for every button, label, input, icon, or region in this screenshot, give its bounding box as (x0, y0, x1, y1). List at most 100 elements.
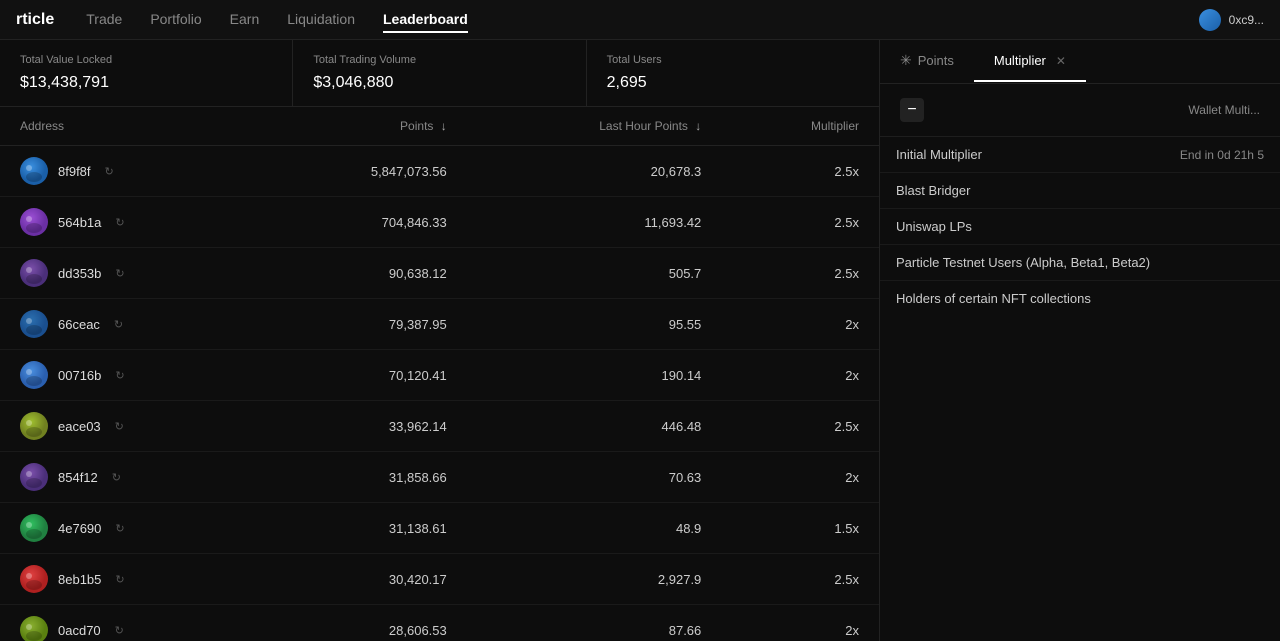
cell-points: 70,120.41 (259, 350, 467, 401)
col-multiplier: Multiplier (721, 107, 879, 146)
brand-logo: rticle (16, 11, 54, 29)
cell-address: eace03 ↻ (0, 401, 259, 452)
mult-cat-blast: Blast Bridger (880, 173, 1280, 209)
tab-multiplier-label: Multiplier (994, 53, 1046, 68)
stat-users-value: 2,695 (607, 74, 859, 92)
nav-portfolio[interactable]: Portfolio (150, 7, 201, 33)
cell-points: 28,606.53 (259, 605, 467, 641)
multiplier-minus-button[interactable]: − (900, 98, 924, 122)
table-row: 8f9f8f ↻ 5,847,073.56 20,678.3 2.5x (0, 146, 879, 197)
mult-cat-nft: Holders of certain NFT collections (880, 281, 1280, 316)
refresh-icon[interactable]: ↻ (115, 420, 124, 433)
user-badge[interactable]: 0xc9... (1199, 9, 1264, 31)
nav-leaderboard[interactable]: Leaderboard (383, 7, 468, 33)
address-text: 8f9f8f (58, 164, 91, 179)
avatar (20, 157, 48, 185)
refresh-icon[interactable]: ↻ (115, 267, 124, 280)
refresh-icon[interactable]: ↻ (112, 471, 121, 484)
cell-points: 704,846.33 (259, 197, 467, 248)
stat-users: Total Users 2,695 (587, 40, 879, 106)
cell-points: 30,420.17 (259, 554, 467, 605)
right-tabs: ✳ Points Multiplier ✕ (880, 40, 1280, 84)
cell-points: 79,387.95 (259, 299, 467, 350)
cell-address: 66ceac ↻ (0, 299, 259, 350)
nav-links: Trade Portfolio Earn Liquidation Leaderb… (86, 7, 1198, 33)
refresh-icon[interactable]: ↻ (115, 624, 124, 637)
mult-cat-uniswap: Uniswap LPs (880, 209, 1280, 245)
avatar (20, 514, 48, 542)
cell-last-hour: 11,693.42 (467, 197, 722, 248)
user-address: 0xc9... (1229, 13, 1264, 27)
cell-last-hour: 95.55 (467, 299, 722, 350)
stat-volume-value: $3,046,880 (313, 74, 565, 92)
table-row: 66ceac ↻ 79,387.95 95.55 2x (0, 299, 879, 350)
nav-earn[interactable]: Earn (230, 7, 260, 33)
cell-last-hour: 2,927.9 (467, 554, 722, 605)
topnav: rticle Trade Portfolio Earn Liquidation … (0, 0, 1280, 40)
avatar (20, 310, 48, 338)
nav-trade[interactable]: Trade (86, 7, 122, 33)
cell-address: 854f12 ↻ (0, 452, 259, 503)
stat-volume: Total Trading Volume $3,046,880 (293, 40, 586, 106)
address-text: 564b1a (58, 215, 101, 230)
avatar (20, 463, 48, 491)
cell-multiplier: 2.5x (721, 146, 879, 197)
cell-address: 0acd70 ↻ (0, 605, 259, 641)
col-last-hour[interactable]: Last Hour Points ↓ (467, 107, 722, 146)
cell-points: 31,138.61 (259, 503, 467, 554)
table-row: 00716b ↻ 70,120.41 190.14 2x (0, 350, 879, 401)
cell-last-hour: 190.14 (467, 350, 722, 401)
stat-tvl-label: Total Value Locked (20, 54, 272, 66)
stat-tvl-value: $13,438,791 (20, 74, 272, 92)
cell-last-hour: 87.66 (467, 605, 722, 641)
left-panel: Total Value Locked $13,438,791 Total Tra… (0, 40, 880, 641)
table-row: 4e7690 ↻ 31,138.61 48.9 1.5x (0, 503, 879, 554)
cell-address: 4e7690 ↻ (0, 503, 259, 554)
cell-multiplier: 2x (721, 452, 879, 503)
refresh-icon[interactable]: ↻ (115, 522, 124, 535)
nav-liquidation[interactable]: Liquidation (287, 7, 355, 33)
refresh-icon[interactable]: ↻ (115, 369, 124, 382)
multiplier-col-header: Wallet Multi... (1188, 103, 1260, 117)
cell-points: 31,858.66 (259, 452, 467, 503)
cell-address: 8f9f8f ↻ (0, 146, 259, 197)
cell-last-hour: 20,678.3 (467, 146, 722, 197)
multiplier-timer: End in 0d 21h 5 (1180, 148, 1264, 162)
refresh-icon[interactable]: ↻ (115, 573, 124, 586)
cell-multiplier: 2x (721, 350, 879, 401)
cell-address: 00716b ↻ (0, 350, 259, 401)
cell-last-hour: 505.7 (467, 248, 722, 299)
cell-address: dd353b ↻ (0, 248, 259, 299)
table-row: 0acd70 ↻ 28,606.53 87.66 2x (0, 605, 879, 641)
cell-multiplier: 2x (721, 605, 879, 641)
stat-users-label: Total Users (607, 54, 859, 66)
refresh-icon[interactable]: ↻ (114, 318, 123, 331)
points-spinner-icon: ✳ (900, 52, 912, 69)
address-text: 8eb1b5 (58, 572, 101, 587)
initial-multiplier-label: Initial Multiplier (896, 147, 982, 162)
address-text: 854f12 (58, 470, 98, 485)
col-address: Address (0, 107, 259, 146)
cell-last-hour: 446.48 (467, 401, 722, 452)
refresh-icon[interactable]: ↻ (105, 165, 114, 178)
table-row: 564b1a ↻ 704,846.33 11,693.42 2.5x (0, 197, 879, 248)
multiplier-header: − Wallet Multi... (880, 84, 1280, 137)
cell-address: 564b1a ↻ (0, 197, 259, 248)
tab-points[interactable]: ✳ Points (880, 40, 974, 83)
globe-icon (1199, 9, 1221, 31)
address-text: dd353b (58, 266, 101, 281)
address-text: 4e7690 (58, 521, 101, 536)
cell-multiplier: 1.5x (721, 503, 879, 554)
right-panel: ✳ Points Multiplier ✕ − Wallet Multi... … (880, 40, 1280, 641)
stats-bar: Total Value Locked $13,438,791 Total Tra… (0, 40, 879, 107)
cell-points: 33,962.14 (259, 401, 467, 452)
cell-multiplier: 2.5x (721, 401, 879, 452)
refresh-icon[interactable]: ↻ (115, 216, 124, 229)
stat-volume-label: Total Trading Volume (313, 54, 565, 66)
table-row: 854f12 ↻ 31,858.66 70.63 2x (0, 452, 879, 503)
points-sort-icon: ↓ (441, 119, 447, 133)
mult-cat-testnet: Particle Testnet Users (Alpha, Beta1, Be… (880, 245, 1280, 281)
tab-multiplier[interactable]: Multiplier ✕ (974, 41, 1086, 82)
multiplier-close-icon[interactable]: ✕ (1056, 54, 1066, 68)
col-points[interactable]: Points ↓ (259, 107, 467, 146)
